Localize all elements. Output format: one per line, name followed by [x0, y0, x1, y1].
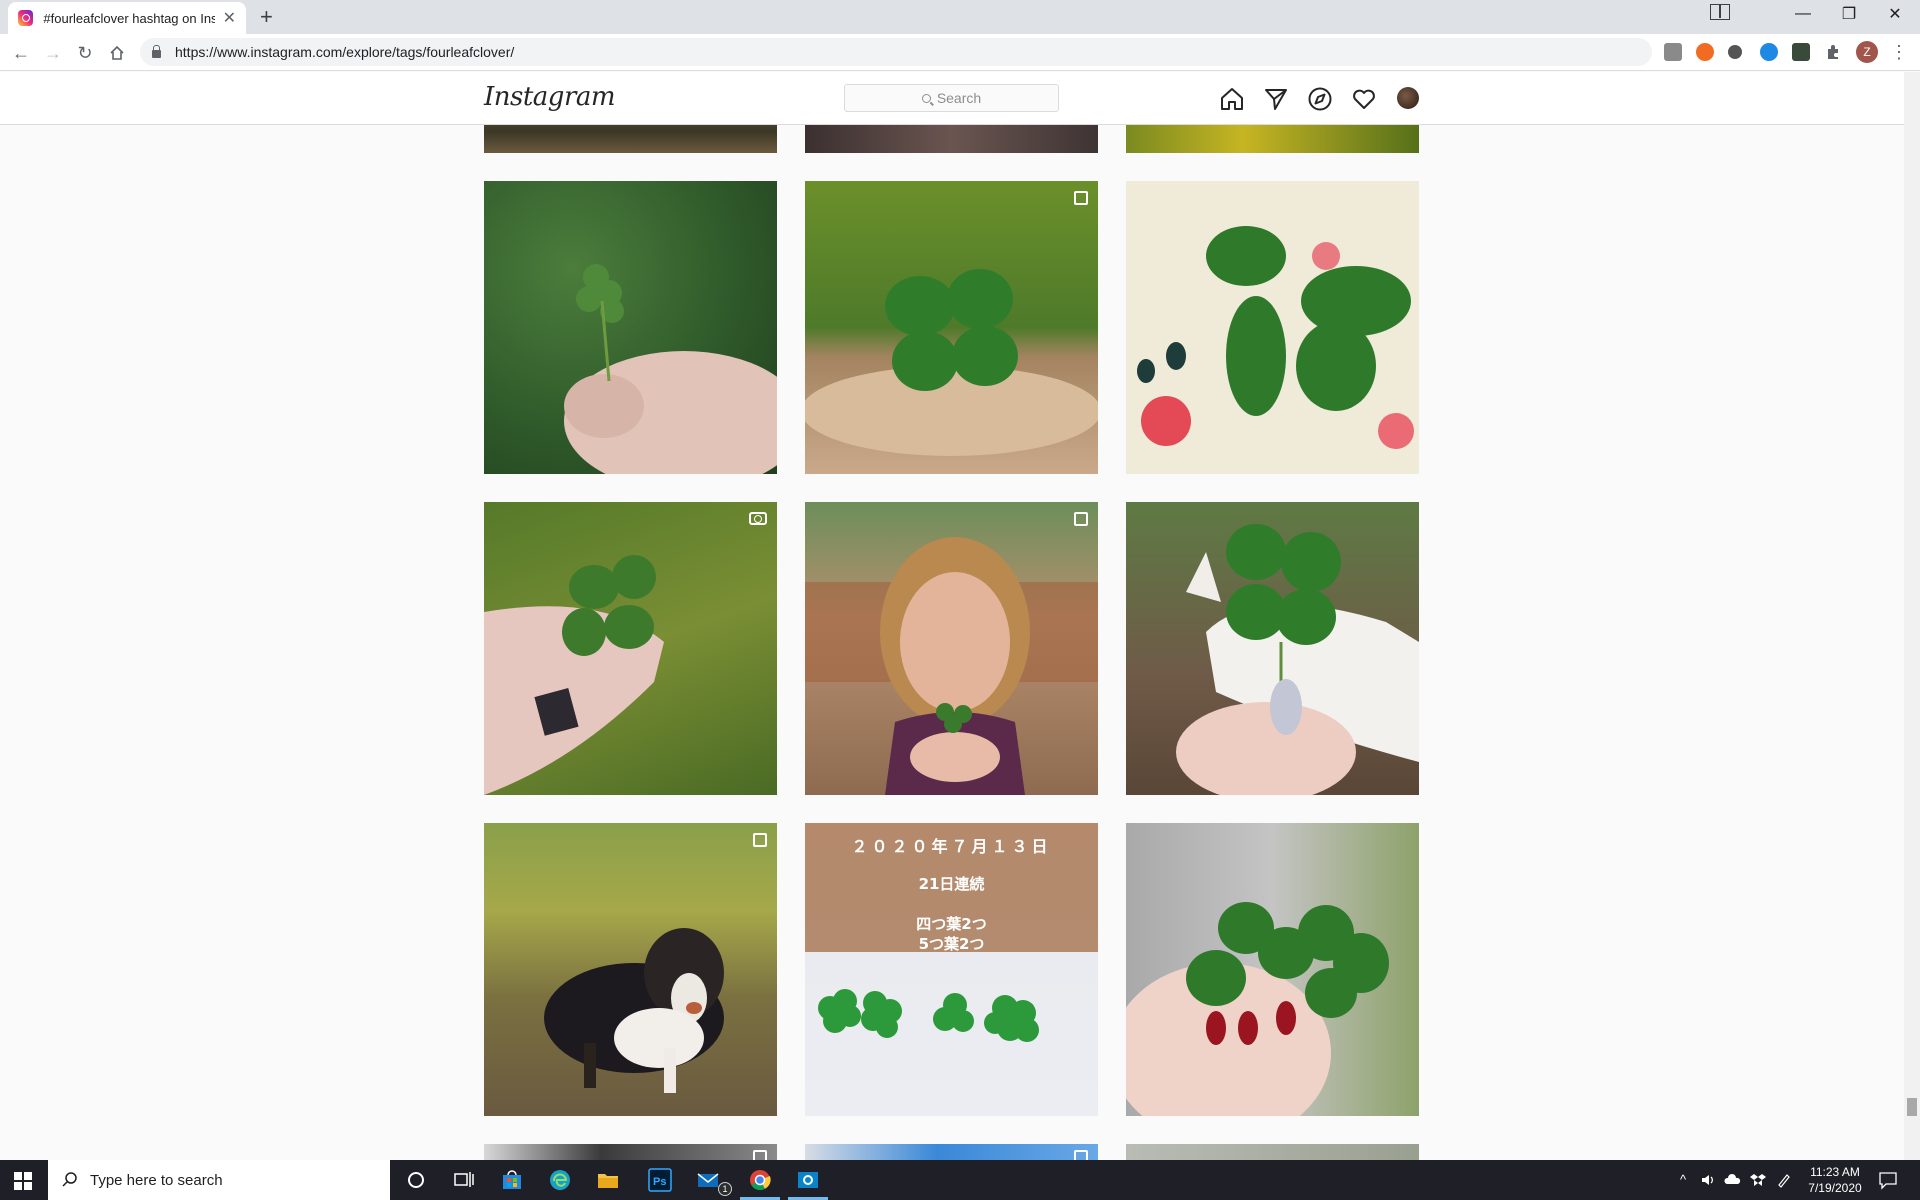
carousel-icon [1074, 191, 1088, 205]
app-gear-icon[interactable] [796, 1168, 820, 1192]
clock-date: 7/19/2020 [1808, 1181, 1862, 1195]
post-image-clovers-on-white [818, 989, 1039, 1042]
post-tile[interactable] [484, 181, 777, 474]
action-center-icon[interactable] [1878, 1170, 1898, 1190]
extension-g-icon[interactable] [1664, 43, 1682, 61]
mail-icon[interactable] [696, 1168, 720, 1192]
post-image-australian-shepherd [544, 928, 724, 1093]
home-button[interactable] [104, 40, 130, 66]
microsoft-store-icon[interactable] [500, 1168, 524, 1192]
post-tile[interactable] [1126, 181, 1419, 474]
post-tile-partial[interactable] [1126, 1144, 1419, 1160]
browser-toolbar: ← → ↻ https://www.instagram.com/explore/… [0, 34, 1920, 71]
search-placeholder: Search [936, 90, 982, 106]
taskbar-search-placeholder: Type here to search [90, 1171, 223, 1189]
address-bar[interactable]: https://www.instagram.com/explore/tags/f… [140, 38, 1652, 66]
instagram-logo[interactable]: Instagram [484, 82, 616, 112]
post-tile[interactable] [1126, 823, 1419, 1116]
extension-blue-icon[interactable] [1760, 43, 1778, 61]
taskbar-search-box[interactable]: Type here to search [48, 1160, 390, 1200]
carousel-icon [753, 1150, 767, 1160]
extension-dark-icon[interactable] [1792, 43, 1810, 61]
post-tile[interactable] [484, 823, 777, 1116]
volume-icon[interactable] [1700, 1172, 1716, 1188]
lock-icon [152, 44, 161, 58]
restore-button[interactable]: ❐ [1826, 0, 1872, 28]
post-image-clover-tattoo-hand [484, 555, 664, 795]
carousel-icon [1074, 512, 1088, 526]
post-tile[interactable] [484, 502, 777, 795]
activity-heart-icon[interactable] [1351, 86, 1377, 112]
post-image-girl-clover [805, 537, 1098, 795]
onedrive-icon[interactable] [1724, 1172, 1742, 1188]
instagram-search-input[interactable]: Search [844, 84, 1059, 112]
instagram-header: Instagram Search [0, 72, 1904, 125]
file-explorer-icon[interactable] [596, 1168, 620, 1192]
carousel-icon [1074, 1150, 1088, 1160]
pen-icon[interactable] [1776, 1172, 1792, 1188]
browser-tabstrip: #fourleafclover hashtag on Instagram ✕ +… [0, 0, 1920, 34]
svg-text:Ps: Ps [653, 1176, 666, 1188]
post-image-clover-hand [564, 264, 777, 474]
tray-chevron-icon[interactable]: ^ [1680, 1172, 1686, 1187]
post-tile[interactable] [805, 502, 1098, 795]
search-icon [62, 1172, 77, 1187]
post-image-clovers-red-nails [1126, 902, 1389, 1116]
post-tile[interactable] [1126, 502, 1419, 795]
profile-avatar[interactable]: Z [1856, 41, 1878, 63]
home-icon [110, 45, 124, 60]
windows-taskbar: Type here to search Ps 1 ^ 11:23 AM 7/19… [0, 1160, 1920, 1200]
minimize-button[interactable]: — [1780, 0, 1826, 28]
scrollbar-thumb[interactable] [1907, 1098, 1917, 1116]
post-tile-partial[interactable] [805, 1144, 1098, 1160]
edge-icon[interactable] [548, 1168, 572, 1192]
cortana-icon[interactable] [404, 1168, 428, 1192]
task-view-icon[interactable] [452, 1168, 476, 1192]
clock-time: 11:23 AM [1810, 1165, 1860, 1179]
chrome-icon[interactable] [748, 1168, 772, 1192]
instagram-profile-avatar[interactable] [1397, 87, 1419, 109]
windows-start-button[interactable] [14, 1172, 32, 1190]
tab-search-icon[interactable] [1710, 4, 1730, 20]
close-window-button[interactable]: ✕ [1872, 0, 1918, 28]
post-tile-partial[interactable] [484, 1144, 777, 1160]
back-button[interactable]: ← [8, 40, 34, 66]
mail-notification-badge: 1 [718, 1182, 732, 1196]
post-image-clover-fabric [1137, 226, 1414, 449]
new-tab-button[interactable]: + [260, 4, 273, 30]
explore-icon[interactable] [1307, 86, 1333, 112]
url-text: https://www.instagram.com/explore/tags/f… [175, 44, 515, 60]
dropbox-icon[interactable] [1750, 1172, 1766, 1188]
post-tile[interactable]: ２０２０年７月１３日 21日連続 四つ葉2つ 5つ葉2つ [805, 823, 1098, 1116]
video-camera-icon [749, 512, 767, 525]
extension-circle-icon[interactable] [1728, 45, 1742, 59]
post-tile[interactable] [805, 181, 1098, 474]
system-clock[interactable]: 11:23 AM 7/19/2020 [1800, 1164, 1870, 1196]
direct-icon[interactable] [1263, 86, 1289, 112]
browser-menu-button[interactable]: ⋮ [1890, 42, 1908, 63]
instagram-favicon-icon [18, 10, 34, 26]
forward-button[interactable]: → [40, 40, 66, 66]
post-image-clover-dog [1176, 524, 1419, 795]
reload-button[interactable]: ↻ [72, 40, 98, 66]
page-scrollbar[interactable] [1904, 72, 1920, 1160]
post-image-clover-stump [805, 269, 1098, 456]
extensions-puzzle-icon[interactable] [1824, 43, 1842, 61]
carousel-icon [753, 833, 767, 847]
photoshop-icon[interactable]: Ps [648, 1168, 672, 1192]
browser-tab[interactable]: #fourleafclover hashtag on Instagram ✕ [8, 2, 246, 34]
search-icon [921, 93, 931, 103]
extension-orange-icon[interactable] [1696, 43, 1714, 61]
home-icon[interactable] [1219, 86, 1245, 112]
close-tab-icon[interactable]: ✕ [223, 8, 236, 28]
tab-title: #fourleafclover hashtag on Instagram [43, 10, 215, 26]
